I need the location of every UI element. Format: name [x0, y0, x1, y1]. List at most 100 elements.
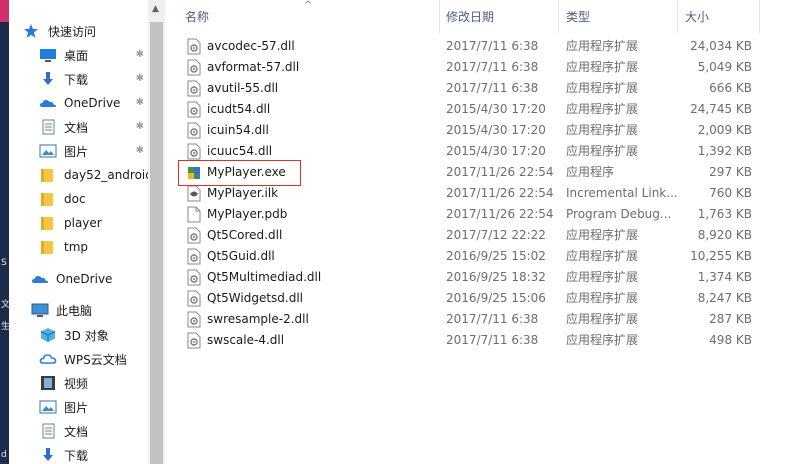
file-type: 应用程序扩展	[566, 291, 639, 305]
file-row[interactable]: MyPlayer.ilk 2017/11/26 22:54 Incremental …	[173, 183, 778, 204]
file-date: 2017/7/12 22:22	[446, 228, 546, 242]
file-row[interactable]: icuuc54.dll 2015/4/30 17:20 应用程序扩展 1,392 KB	[173, 141, 778, 162]
file-row[interactable]: avformat-57.dll 2017/7/11 6:38 应用程序扩展 5,049…	[173, 57, 778, 78]
nav-label: 文档	[64, 424, 89, 439]
file-size: 297 KB	[709, 165, 752, 179]
folder-icon	[39, 191, 57, 207]
file-row[interactable]: Qt5Multimediad.dll 2016/9/25 18:32 应用程序扩展 1…	[173, 267, 778, 288]
file-row[interactable]: icuin54.dll 2015/4/30 17:20 应用程序扩展 2,009 KB	[173, 120, 778, 141]
wps-cloud-icon	[39, 351, 57, 367]
file-type: 应用程序扩展	[566, 270, 639, 284]
file-type: 应用程序扩展	[566, 102, 639, 116]
file-size: 24,745 KB	[690, 102, 752, 116]
nav-label: 图片	[64, 400, 89, 415]
nav-item-folder-doc[interactable]: doc	[39, 187, 86, 211]
nav-item-pc-pictures[interactable]: 图片	[39, 395, 88, 419]
scroll-up-icon[interactable]: ▲	[152, 4, 159, 14]
pin-icon: ✱	[135, 121, 144, 132]
dll-icon	[187, 101, 201, 118]
file-date: 2017/11/26 22:54	[446, 207, 554, 221]
file-type: 应用程序扩展	[566, 81, 639, 95]
document-icon	[39, 119, 57, 135]
file-name: icudt54.dll	[207, 102, 271, 116]
folder-icon	[39, 167, 57, 183]
nav-item-folder-player[interactable]: player	[39, 211, 102, 235]
dll-icon	[187, 311, 201, 328]
file-row[interactable]: Qt5Cored.dll 2017/7/12 22:22 应用程序扩展 8,920 K…	[173, 225, 778, 246]
file-name: icuin54.dll	[207, 123, 269, 137]
nav-item-desktop[interactable]: 桌面 ✱	[39, 43, 148, 67]
nav-item-pictures[interactable]: 图片 ✱	[39, 139, 148, 163]
file-date: 2017/7/11 6:38	[446, 39, 539, 53]
file-size: 5,049 KB	[697, 60, 752, 74]
file-date: 2015/4/30 17:20	[446, 123, 546, 137]
file-size: 8,920 KB	[697, 228, 752, 242]
dll-icon	[187, 227, 201, 244]
column-header-size[interactable]: 大小	[685, 0, 709, 33]
file-row[interactable]: swscale-4.dll 2017/7/11 6:38 应用程序扩展 498 KB	[173, 330, 778, 351]
background-window-accent	[0, 0, 9, 22]
column-header-name[interactable]: 名称	[185, 0, 209, 33]
file-date: 2016/9/25 18:32	[446, 270, 546, 284]
nav-item-documents[interactable]: 文档 ✱	[39, 115, 148, 139]
file-name: Qt5Multimediad.dll	[207, 270, 322, 284]
dll-icon	[187, 59, 201, 76]
nav-quick-access[interactable]: 快速访问	[23, 19, 96, 43]
file-row[interactable]: icudt54.dll 2015/4/30 17:20 应用程序扩展 24,745 K…	[173, 99, 778, 120]
computer-icon	[31, 302, 49, 318]
file-date: 2016/9/25 15:06	[446, 291, 546, 305]
file-size: 1,374 KB	[697, 270, 752, 284]
file-row[interactable]: MyPlayer.exe 2017/11/26 22:54 应用程序 297 KB	[173, 162, 778, 183]
nav-item-onedrive-pinned[interactable]: OneDrive ✱	[39, 91, 148, 115]
scrollbar-thumb[interactable]	[150, 22, 163, 464]
file-type: Incremental Link...	[566, 186, 678, 200]
nav-item-3d-objects[interactable]: 3D 对象	[39, 323, 109, 347]
nav-item-wps-cloud[interactable]: WPS云文档	[39, 347, 127, 371]
nav-item-folder-day52-android[interactable]: day52_android	[39, 163, 148, 187]
nav-item-downloads[interactable]: 下载 ✱	[39, 67, 148, 91]
nav-label: doc	[64, 192, 86, 206]
column-divider[interactable]	[439, 0, 440, 33]
nav-item-pc-documents[interactable]: 文档	[39, 419, 88, 443]
pictures-icon	[39, 143, 57, 159]
nav-label: 下载	[64, 72, 89, 87]
dll-icon	[187, 80, 201, 97]
file-row[interactable]: swresample-2.dll 2017/7/11 6:38 应用程序扩展 287 …	[173, 309, 778, 330]
folder-icon	[39, 239, 57, 255]
file-row[interactable]: avutil-55.dll 2017/7/11 6:38 应用程序扩展 666 KB	[173, 78, 778, 99]
file-type: 应用程序扩展	[566, 249, 639, 263]
file-type: 应用程序扩展	[566, 333, 639, 347]
nav-item-videos[interactable]: 视频	[39, 371, 88, 395]
file-row[interactable]: MyPlayer.pdb 2017/11/26 22:54 Program Debu…	[173, 204, 778, 225]
file-size: 666 KB	[709, 81, 752, 95]
file-row[interactable]: Qt5Guid.dll 2016/9/25 15:02 应用程序扩展 10,255 K…	[173, 246, 778, 267]
nav-label: player	[64, 216, 102, 230]
nav-onedrive[interactable]: OneDrive	[31, 267, 112, 291]
file-row[interactable]: Qt5Widgetsd.dll 2016/9/25 15:06 应用程序扩展 8,24…	[173, 288, 778, 309]
nav-item-pc-downloads[interactable]: 下载	[39, 443, 88, 464]
file-date: 2016/9/25 15:02	[446, 249, 546, 263]
file-name: MyPlayer.ilk	[207, 186, 279, 200]
nav-this-pc[interactable]: 此电脑	[31, 298, 92, 322]
file-type: Program Debug...	[566, 207, 672, 221]
file-type: 应用程序	[566, 165, 615, 179]
nav-scrollbar[interactable]: ▲	[148, 0, 165, 464]
file-size: 2,009 KB	[697, 123, 752, 137]
file-size: 10,255 KB	[690, 249, 752, 263]
column-divider[interactable]	[677, 0, 678, 33]
ilk-icon	[187, 185, 201, 202]
sort-ascending-icon: ^	[304, 0, 313, 11]
column-header-date[interactable]: 修改日期	[446, 0, 494, 33]
nav-item-folder-tmp[interactable]: tmp	[39, 235, 88, 259]
column-divider[interactable]	[759, 0, 760, 33]
file-size: 287 KB	[709, 312, 752, 326]
file-name: MyPlayer.pdb	[207, 207, 288, 221]
column-header-type[interactable]: 类型	[566, 0, 590, 33]
file-row[interactable]: avcodec-57.dll 2017/7/11 6:38 应用程序扩展 24,034…	[173, 36, 778, 57]
pin-icon: ✱	[135, 73, 144, 84]
file-date: 2015/4/30 17:20	[446, 144, 546, 158]
nav-label: 图片	[64, 144, 89, 159]
column-divider[interactable]	[558, 0, 559, 33]
nav-label: tmp	[64, 240, 89, 254]
dll-icon	[187, 143, 201, 160]
